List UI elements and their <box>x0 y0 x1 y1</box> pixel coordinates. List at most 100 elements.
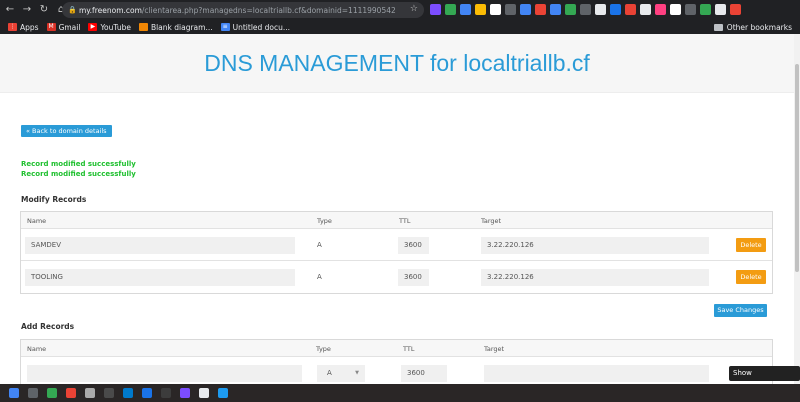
modify-records-table: Name Type TTL Target SAMDEV A 3600 3.22.… <box>20 211 773 294</box>
other-bookmarks[interactable]: Other bookmarks <box>713 23 792 32</box>
column-target: Target <box>484 345 505 353</box>
table-header: Name Type TTL Target <box>21 212 772 229</box>
folder-icon <box>713 24 723 31</box>
page-header: DNS MANAGEMENT for localtriallb.cf <box>0 34 794 93</box>
add-records-table: Name Type TTL Target A ▼ 3600 <box>20 339 773 384</box>
lock-icon: 🔒 <box>68 6 77 14</box>
record-type-value[interactable]: A <box>317 269 322 286</box>
extension-icon[interactable] <box>580 4 591 15</box>
delete-button[interactable]: Delete <box>736 270 766 284</box>
extension-icon[interactable] <box>625 4 636 15</box>
column-ttl: TTL <box>403 345 415 353</box>
bookmark-blank-diagram[interactable]: Blank diagram... <box>138 22 213 32</box>
record-type-value[interactable]: A <box>317 237 322 254</box>
select-value: A <box>327 369 332 377</box>
modify-records-heading: Modify Records <box>21 195 87 204</box>
taskbar-app-icon[interactable] <box>66 388 76 398</box>
bookmark-youtube[interactable]: ▶ YouTube <box>88 23 131 32</box>
extension-icons <box>430 4 741 15</box>
success-message: Record modified successfully <box>21 160 136 168</box>
extension-icon[interactable] <box>610 4 621 15</box>
record-target-input[interactable]: 3.22.220.126 <box>481 269 709 286</box>
youtube-icon: ▶ <box>88 23 98 31</box>
extension-icon[interactable] <box>715 4 726 15</box>
record-name-input[interactable]: TOOLING <box>25 269 295 286</box>
success-message: Record modified successfully <box>21 170 136 178</box>
extension-icon[interactable] <box>565 4 576 15</box>
taskbar-app-icon[interactable] <box>28 388 38 398</box>
drawio-icon <box>138 23 148 31</box>
extension-icon[interactable] <box>460 4 471 15</box>
extension-icon[interactable] <box>595 4 606 15</box>
page-scrollbar[interactable] <box>794 34 800 384</box>
bookmark-untitled-doc[interactable]: ≡ Untitled docu... <box>220 23 290 32</box>
bookmark-apps[interactable]: ⋮ Apps <box>8 23 39 32</box>
column-name: Name <box>27 345 47 353</box>
table-row: A ▼ 3600 <box>21 357 772 384</box>
extension-icon[interactable] <box>445 4 456 15</box>
chevron-down-icon: ▼ <box>355 370 359 376</box>
taskbar-app-icon[interactable] <box>47 388 57 398</box>
taskbar-app-icon[interactable] <box>180 388 190 398</box>
url-host: my.freenom.com <box>79 5 142 15</box>
extension-icon[interactable] <box>490 4 501 15</box>
taskbar-app-icon[interactable] <box>199 388 209 398</box>
delete-button[interactable]: Delete <box>736 238 766 252</box>
extension-icon[interactable] <box>535 4 546 15</box>
extension-icon[interactable] <box>670 4 681 15</box>
table-row: SAMDEV A 3600 3.22.220.126 Delete <box>21 229 772 261</box>
taskbar-app-icon[interactable] <box>85 388 95 398</box>
bookmark-label: Gmail <box>58 22 81 32</box>
address-bar[interactable]: 🔒 my.freenom.com /clientarea.php?managed… <box>62 2 424 18</box>
record-target-input[interactable]: 3.22.220.126 <box>481 237 709 254</box>
column-target: Target <box>481 217 502 225</box>
new-record-type-select[interactable]: A ▼ <box>317 365 365 382</box>
table-row: TOOLING A 3600 3.22.220.126 Delete <box>21 261 772 293</box>
save-changes-button[interactable]: Save Changes <box>714 304 767 317</box>
show-applications-tooltip: Show Applications <box>729 366 800 392</box>
record-name-input[interactable]: SAMDEV <box>25 237 295 254</box>
extension-icon[interactable] <box>685 4 696 15</box>
taskbar-app-icon[interactable] <box>142 388 152 398</box>
back-to-domain-button[interactable]: « Back to domain details <box>21 125 112 137</box>
url-path: /clientarea.php?managedns=localtriallb.c… <box>141 5 396 15</box>
page-content: DNS MANAGEMENT for localtriallb.cf « Bac… <box>0 34 794 384</box>
browser-toolbar: ← → ↻ ⌂ 🔒 my.freenom.com /clientarea.php… <box>0 0 800 20</box>
new-record-target-input[interactable] <box>484 365 709 382</box>
column-ttl: TTL <box>399 217 411 225</box>
new-record-ttl-input[interactable]: 3600 <box>401 365 447 382</box>
record-ttl-input[interactable]: 3600 <box>398 269 429 286</box>
extension-icon[interactable] <box>730 4 741 15</box>
bookmark-gmail[interactable]: M Gmail <box>46 22 81 32</box>
forward-arrow-icon[interactable]: → <box>20 3 34 17</box>
bookmark-star-icon[interactable]: ☆ <box>410 4 418 14</box>
scrollbar-thumb[interactable] <box>795 64 799 272</box>
extension-icon[interactable] <box>520 4 531 15</box>
extension-icon[interactable] <box>655 4 666 15</box>
extension-icon[interactable] <box>640 4 651 15</box>
extension-icon[interactable] <box>700 4 711 15</box>
bookmark-label: Blank diagram... <box>150 22 213 32</box>
record-ttl-input[interactable]: 3600 <box>398 237 429 254</box>
column-name: Name <box>27 217 47 225</box>
taskbar-app-icon[interactable] <box>123 388 133 398</box>
taskbar-app-icon[interactable] <box>161 388 171 398</box>
extension-icon[interactable] <box>430 4 441 15</box>
reload-icon[interactable]: ↻ <box>37 3 51 17</box>
bookmark-label: Apps <box>20 22 39 32</box>
back-arrow-icon[interactable]: ← <box>3 3 17 17</box>
docs-icon: ≡ <box>220 23 230 31</box>
page-title: DNS MANAGEMENT for localtriallb.cf <box>204 50 590 76</box>
bookmarks-bar: ⋮ Apps M Gmail ▶ YouTube Blank diagram..… <box>0 20 800 34</box>
column-type: Type <box>316 345 331 353</box>
taskbar-app-icon[interactable] <box>218 388 228 398</box>
add-records-heading: Add Records <box>21 322 75 331</box>
extension-icon[interactable] <box>505 4 516 15</box>
extension-icon[interactable] <box>550 4 561 15</box>
table-header: Name Type TTL Target <box>21 340 772 357</box>
new-record-name-input[interactable] <box>27 365 302 382</box>
taskbar-app-icon[interactable] <box>104 388 114 398</box>
taskbar-app-icon[interactable] <box>9 388 19 398</box>
other-bookmarks-label: Other bookmarks <box>726 23 792 32</box>
extension-icon[interactable] <box>475 4 486 15</box>
